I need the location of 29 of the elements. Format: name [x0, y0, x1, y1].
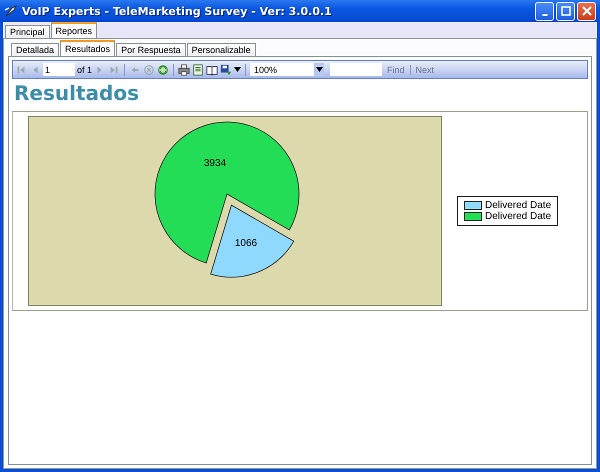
page-icon[interactable]	[192, 64, 204, 76]
tab[interactable]: Principal	[5, 25, 50, 38]
close-icon	[582, 6, 592, 16]
tab[interactable]: Detallada	[11, 43, 60, 56]
legend-label: Delivered Date	[485, 211, 552, 222]
refresh-icon[interactable]	[157, 64, 170, 76]
book-icon[interactable]	[206, 64, 218, 76]
tab[interactable]: Por Respuesta	[116, 43, 186, 56]
data-label: 1066	[234, 238, 258, 249]
tab[interactable]: Resultados	[60, 40, 116, 56]
page-count: of 1	[77, 64, 92, 74]
print-icon[interactable]	[178, 64, 190, 76]
zoom-dropdown[interactable]: 100%	[250, 63, 324, 76]
tab[interactable]: Personalizable	[186, 43, 256, 56]
app-icon	[4, 4, 18, 18]
report-title: Resultados	[13, 81, 140, 107]
maximize-button[interactable]	[556, 2, 575, 20]
save-icon[interactable]	[220, 64, 232, 76]
minimize-icon	[542, 14, 548, 16]
close-button[interactable]	[577, 2, 596, 20]
search-field[interactable]	[330, 63, 382, 76]
caret-icon[interactable]	[234, 65, 242, 74]
legend-label: Delivered Date	[485, 200, 552, 211]
page-field[interactable]: 1	[43, 63, 75, 76]
window-title: VoIP Experts - TeleMarketing Survey - Ver: 3.0.0.1	[22, 4, 333, 18]
minimize-button[interactable]	[535, 2, 554, 20]
maximize-icon	[560, 6, 570, 16]
tab[interactable]: Reportes	[50, 22, 98, 38]
data-label: 3934	[204, 158, 226, 169]
